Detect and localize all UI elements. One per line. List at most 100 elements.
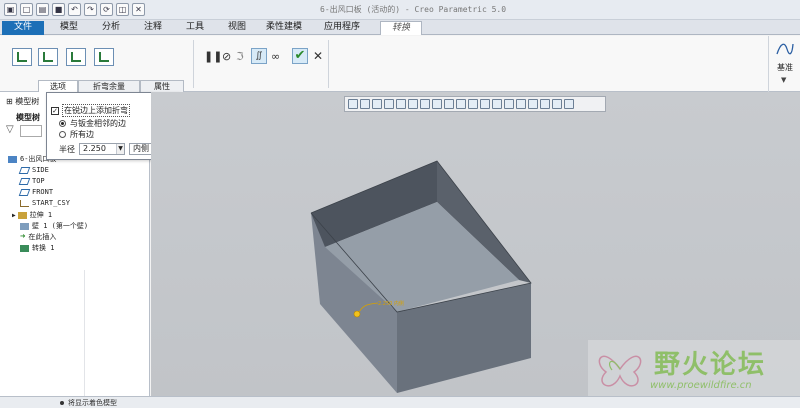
forum-watermark: 野火论坛 www.proewildfire.cn	[588, 340, 800, 398]
radius-input[interactable]: 2.250 ▼	[79, 143, 125, 155]
add-bend-checkbox-label: 在锐边上添加折弯	[62, 104, 130, 117]
redo-icon[interactable]: ↷	[84, 3, 97, 16]
model-tree-header[interactable]: ⊞ 模型树	[6, 96, 39, 107]
pause-icon[interactable]: ❚❚	[204, 50, 222, 63]
datum-group[interactable]: 基准 ▼	[768, 36, 800, 92]
radio-adjacent-edges[interactable]	[59, 120, 66, 127]
tab-annotate[interactable]: 注释	[138, 21, 168, 35]
app-menu-icon[interactable]: ▣	[4, 3, 17, 16]
annotation-planes-icon[interactable]	[540, 99, 550, 109]
save-icon[interactable]: ■	[52, 3, 65, 16]
chevron-down-icon[interactable]: ▼	[781, 76, 786, 84]
tab-file[interactable]: 文件	[2, 21, 44, 35]
dashboard-subtabs: 选项 折弯余量 属性	[38, 80, 184, 92]
verify-mode-icon[interactable]: ∬	[251, 48, 267, 64]
edge-rip-icon[interactable]	[12, 48, 32, 66]
annotation-display-icon[interactable]	[516, 99, 526, 109]
window-icon[interactable]: ◫	[116, 3, 129, 16]
datum-plane-icon	[18, 166, 31, 174]
refit-icon[interactable]	[348, 99, 358, 109]
tab-tools[interactable]: 工具	[180, 21, 210, 35]
datum-display-filter-icon[interactable]	[456, 99, 466, 109]
subtab-bend-allowance[interactable]: 折弯余量	[78, 80, 140, 92]
bend-icon[interactable]	[94, 48, 114, 66]
add-bend-on-sharp-edges-row[interactable]: ✓ 在锐边上添加折弯	[51, 104, 130, 117]
butterfly-logo-icon	[598, 355, 642, 387]
add-bend-checkbox[interactable]: ✓	[51, 106, 59, 115]
cancel-x-button[interactable]: ✕	[313, 49, 323, 63]
insert-arrow-icon: ➜	[20, 231, 26, 242]
radius-label: 半径	[59, 144, 75, 154]
radio-adjacent-edges-row[interactable]: 与钣金相邻的边	[59, 118, 126, 129]
zoom-in-icon[interactable]	[360, 99, 370, 109]
new-file-icon[interactable]: □	[20, 3, 33, 16]
tree-item-extrude[interactable]: ▶ 拉伸 1	[12, 210, 52, 220]
watermark-title: 野火论坛	[654, 350, 767, 380]
tab-flexible-modeling[interactable]: 柔性建模	[260, 21, 308, 35]
tree-filter-input[interactable]	[20, 125, 42, 137]
tab-analysis[interactable]: 分析	[96, 21, 126, 35]
datum-points-icon[interactable]	[492, 99, 502, 109]
tab-model[interactable]: 模型	[54, 21, 84, 35]
filter-icon[interactable]: ▽	[6, 124, 14, 135]
display-style-icon[interactable]	[396, 99, 406, 109]
subtab-properties[interactable]: 属性	[140, 80, 184, 92]
ok-checkmark-button[interactable]: ✔	[292, 48, 308, 64]
section-icon[interactable]	[444, 99, 454, 109]
title-bar: ▣ □ ▤ ■ ↶ ↷ ⟳ ◫ ✕ 6-出风口板 (活动的) - Creo Pa…	[0, 0, 800, 20]
undo-icon[interactable]: ↶	[68, 3, 81, 16]
tree-item-first-wall[interactable]: 壁 1 (第一个壁)	[20, 221, 88, 231]
tree-item-top[interactable]: TOP	[18, 177, 45, 185]
radio-adjacent-edges-label: 与钣金相邻的边	[70, 119, 126, 128]
tree-item-start-csys[interactable]: START_CSY	[20, 199, 70, 207]
sketch-curve-icon[interactable]	[775, 40, 795, 58]
regenerate-icon[interactable]: ⟳	[100, 3, 113, 16]
zoom-out-icon[interactable]	[372, 99, 382, 109]
model-tree-icon: ⊞	[6, 97, 16, 106]
saved-orientations-icon[interactable]	[408, 99, 418, 109]
status-message: 将显示着色模型	[68, 399, 117, 407]
rip-connect-icon[interactable]	[38, 48, 58, 66]
in-graphics-toolbar	[344, 96, 606, 112]
datum-plane-icon	[18, 188, 31, 196]
tab-conversion[interactable]: 转换	[380, 21, 422, 35]
close-window-icon[interactable]: ✕	[132, 3, 145, 16]
view-manager-icon[interactable]	[420, 99, 430, 109]
radio-all-edges-row[interactable]: 所有边	[59, 129, 94, 140]
datum-plane-icon	[18, 177, 31, 185]
expand-arrow-icon[interactable]: ▶	[12, 212, 16, 219]
ribbon-tab-bar: 文件 模型 分析 注释 工具 视图 柔性建模 应用程序 转换	[0, 20, 800, 35]
tree-item-side[interactable]: SIDE	[18, 166, 49, 174]
window-title: 6-出风口板 (活动的) - Creo Parametric 5.0	[320, 5, 507, 14]
radio-all-edges-label: 所有边	[70, 130, 94, 139]
wall-icon	[20, 222, 29, 230]
radio-all-edges[interactable]	[59, 131, 66, 138]
corner-relief-icon[interactable]	[66, 48, 86, 66]
quick-access-toolbar: ▣ □ ▤ ■ ↶ ↷ ⟳ ◫ ✕	[4, 3, 145, 16]
tree-item-conversion[interactable]: 转换 1	[20, 243, 54, 253]
dimension-label[interactable]: 2.250 内侧	[378, 300, 404, 307]
datum-planes-icon[interactable]	[468, 99, 478, 109]
datum-axes-icon[interactable]	[480, 99, 490, 109]
tree-item-front[interactable]: FRONT	[18, 188, 53, 196]
ribbon-separator	[328, 40, 329, 88]
spin-center-icon[interactable]	[528, 99, 538, 109]
status-bar: 将显示着色模型	[0, 396, 800, 408]
watermark-url: www.proewildfire.cn	[650, 380, 752, 391]
glasses-preview-icon[interactable]: ∞	[271, 50, 280, 63]
repaint-icon[interactable]	[384, 99, 394, 109]
perspective-icon[interactable]	[432, 99, 442, 109]
tab-view[interactable]: 视图	[222, 21, 252, 35]
open-file-icon[interactable]: ▤	[36, 3, 49, 16]
pause-animation-icon[interactable]	[552, 99, 562, 109]
coordinate-systems-icon[interactable]	[504, 99, 514, 109]
appearance-icon[interactable]	[564, 99, 574, 109]
subtab-options[interactable]: 选项	[38, 80, 78, 92]
preview-icon[interactable]: ℑ	[236, 50, 244, 63]
tree-item-insert-here[interactable]: ➜ 在此插入	[20, 232, 56, 242]
chevron-down-icon[interactable]: ▼	[116, 144, 124, 154]
no-preview-icon[interactable]: ⊘	[222, 50, 231, 63]
tree-column-divider	[84, 270, 85, 396]
tab-applications[interactable]: 应用程序	[318, 21, 366, 35]
ribbon-separator	[193, 40, 194, 88]
